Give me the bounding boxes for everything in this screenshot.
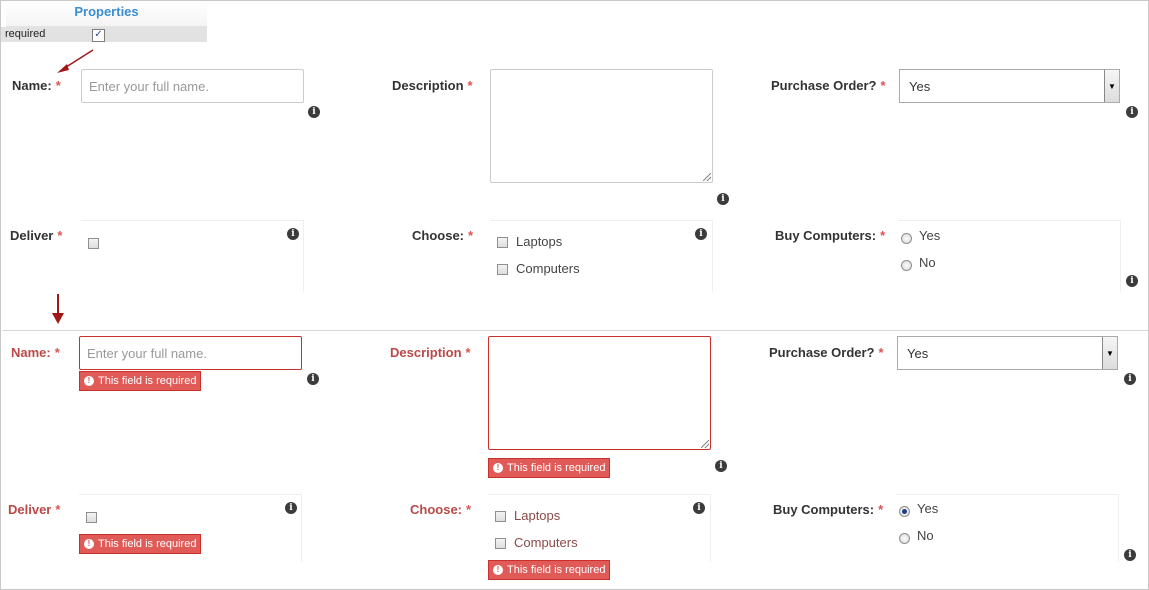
info-icon[interactable]: i — [307, 373, 319, 385]
form-canvas: Properties required ✓ Name: * Enter your … — [0, 0, 1149, 590]
description-textarea[interactable] — [490, 69, 713, 183]
info-icon[interactable]: i — [695, 228, 707, 240]
info-icon[interactable]: i — [1124, 549, 1136, 561]
info-icon[interactable]: i — [1126, 275, 1138, 287]
buy-yes-label: Yes — [919, 228, 941, 243]
description-textarea[interactable] — [488, 336, 711, 450]
red-arrow-icon — [52, 294, 64, 324]
buy-no-label: No — [919, 255, 936, 270]
choose-box — [488, 494, 711, 562]
exclamation-circle-icon: ! — [84, 376, 94, 386]
chevron-down-icon[interactable]: ▼ — [1102, 337, 1117, 369]
buy-yes-radio[interactable] — [901, 233, 912, 244]
laptops-checkbox[interactable] — [497, 237, 508, 248]
buy-computers-label: Buy Computers: * — [775, 228, 886, 243]
computers-option-label: Computers — [514, 535, 578, 550]
laptops-checkbox[interactable] — [495, 511, 506, 522]
purchase-order-label: Purchase Order? * — [771, 78, 886, 93]
info-icon[interactable]: i — [308, 106, 320, 118]
deliver-label: Deliver * — [8, 502, 61, 517]
laptops-option-label: Laptops — [516, 234, 563, 249]
description-label: Description * — [392, 78, 473, 93]
choose-label: Choose: * — [410, 502, 472, 517]
choose-error-message: ! This field is required — [488, 560, 611, 580]
section-divider — [2, 330, 1148, 331]
info-icon[interactable]: i — [287, 228, 299, 240]
info-icon[interactable]: i — [1124, 373, 1136, 385]
buy-yes-radio[interactable] — [899, 506, 910, 517]
name-label: Name: * — [12, 78, 61, 93]
computers-checkbox[interactable] — [495, 538, 506, 549]
info-icon[interactable]: i — [715, 460, 727, 472]
info-icon[interactable]: i — [1126, 106, 1138, 118]
buy-no-radio[interactable] — [901, 260, 912, 271]
exclamation-circle-icon: ! — [84, 539, 94, 549]
required-label: required — [5, 28, 46, 40]
buy-no-label: No — [917, 528, 934, 543]
info-icon[interactable]: i — [693, 502, 705, 514]
choose-label: Choose: * — [412, 228, 474, 243]
computers-option-label: Computers — [516, 261, 580, 276]
deliver-error-message: ! This field is required — [79, 534, 202, 554]
deliver-label: Deliver * — [10, 228, 63, 243]
name-label: Name: * — [11, 345, 60, 360]
deliver-checkbox[interactable] — [86, 512, 97, 523]
description-label: Description * — [390, 345, 471, 360]
deliver-box — [81, 220, 304, 292]
resize-grip-icon[interactable] — [701, 440, 709, 448]
exclamation-circle-icon: ! — [493, 565, 503, 575]
resize-grip-icon[interactable] — [703, 173, 711, 181]
chevron-down-icon[interactable]: ▼ — [1104, 70, 1119, 102]
name-error-message: ! This field is required — [79, 371, 202, 391]
name-input[interactable]: Enter your full name. — [79, 336, 302, 370]
properties-header: Properties — [6, 1, 207, 27]
description-error-message: ! This field is required — [488, 458, 611, 478]
info-icon[interactable]: i — [285, 502, 297, 514]
laptops-option-label: Laptops — [514, 508, 561, 523]
required-checkbox[interactable]: ✓ — [92, 29, 105, 42]
info-icon[interactable]: i — [717, 193, 729, 205]
computers-checkbox[interactable] — [497, 264, 508, 275]
purchase-order-select[interactable]: Yes ▼ — [897, 336, 1118, 370]
buy-computers-label: Buy Computers: * — [773, 502, 884, 517]
buy-no-radio[interactable] — [899, 533, 910, 544]
purchase-order-label: Purchase Order? * — [769, 345, 884, 360]
purchase-order-select[interactable]: Yes ▼ — [899, 69, 1120, 103]
choose-box — [490, 220, 713, 292]
exclamation-circle-icon: ! — [493, 463, 503, 473]
deliver-checkbox[interactable] — [88, 238, 99, 249]
buy-yes-label: Yes — [917, 501, 939, 516]
properties-required-row: required ✓ — [1, 27, 207, 42]
name-input[interactable]: Enter your full name. — [81, 69, 304, 103]
